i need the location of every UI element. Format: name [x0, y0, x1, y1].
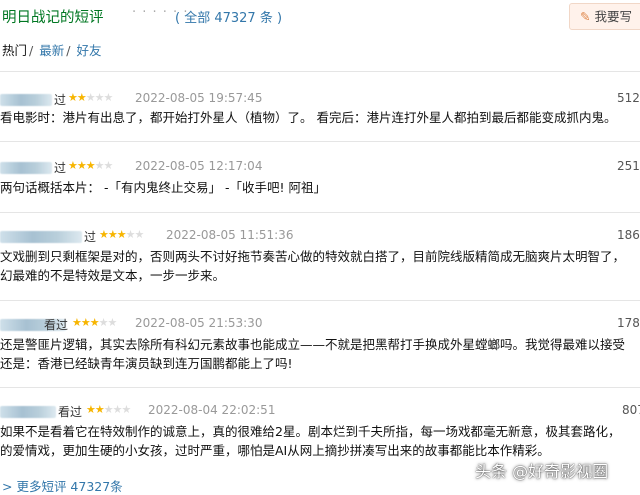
comment-meta: 过 ★★★★★ 2022-08-05 19:57:45 5124 — [0, 91, 640, 109]
watched-label: 看过 — [44, 318, 69, 332]
write-comment-button[interactable]: ✎ 我要写 — [569, 3, 640, 30]
sort-tabs: 热门 / 最新 / 好友 — [2, 40, 101, 59]
vote-count[interactable]: 1868 — [617, 228, 640, 242]
comment-time: 2022-08-05 19:57:45 — [135, 91, 263, 105]
header: 明日战记的短评 · · · · · · ( 全部 47327 条 ) ✎ 我要写 — [0, 0, 640, 34]
comment-text: 文戏删到只剩框架是对的，否则两头不讨好拖节奏苦心做的特效就白搭了，目前院线版精简… — [0, 247, 625, 285]
watched-label: 看过 — [58, 405, 83, 419]
rating-stars: ★★★★★ — [86, 403, 131, 416]
comment-meta: 看过 ★★★★★ 2022-08-05 21:53:30 1780 — [0, 316, 640, 334]
vote-count[interactable]: 1780 — [617, 316, 640, 330]
tab-separator: / — [66, 43, 71, 58]
comment-line: 文戏删到只剩框架是对的，否则两头不讨好拖节奏苦心做的特效就白搭了，目前院线版精简… — [0, 249, 626, 264]
pencil-icon: ✎ — [580, 9, 591, 24]
divider — [0, 212, 640, 213]
comment-time: 2022-08-05 12:17:04 — [135, 159, 263, 173]
rating-stars: ★★★★★ — [68, 159, 113, 172]
comment-line: 看电影时：港片有出息了，都开始打外星人（植物）了。 看完后：港片连打外星人都拍到… — [0, 110, 617, 125]
watched-label: 过 — [54, 93, 67, 107]
comment-line: 两句话概括本片： -「有内鬼终止交易」 -「收手吧! 阿祖」 — [0, 180, 326, 195]
comment-time: 2022-08-05 11:51:36 — [166, 228, 294, 242]
tab-latest[interactable]: 最新 — [39, 43, 64, 58]
blurred-username[interactable] — [0, 94, 52, 106]
comment-text: 还是警匪片逻辑，其实去除所有科幻元素故事也能成立——不就是把黑帮打手换成外星螳螂… — [0, 335, 625, 373]
divider — [0, 71, 640, 72]
divider — [0, 300, 640, 301]
tab-friends[interactable]: 好友 — [76, 43, 101, 58]
rating-stars: ★★★★★ — [99, 228, 144, 241]
tab-separator: / — [29, 43, 34, 58]
comment-line: 还是警匪片逻辑，其实去除所有科幻元素故事也能成立——不就是把黑帮打手换成外星螳螂… — [0, 337, 626, 352]
comment-text: 如果不是看着它在特效制作的诚意上，真的很难给2星。剧本烂到千夫所指，每一场戏都毫… — [0, 422, 620, 460]
write-comment-label: 我要写 — [594, 9, 632, 24]
page-title: 明日战记的短评 — [2, 10, 104, 26]
comment-time: 2022-08-04 22:02:51 — [148, 403, 276, 417]
comment-meta: 过 ★★★★★ 2022-08-05 11:51:36 1868 — [0, 228, 640, 246]
blurred-username[interactable] — [0, 406, 56, 418]
comment-line: 如果不是看着它在特效制作的诚意上，真的很难给2星。剧本烂到千夫所指，每一场戏都毫… — [0, 424, 621, 439]
comment-time: 2022-08-05 21:53:30 — [135, 316, 263, 330]
more-comments-link[interactable]: > 更多短评 47327条 — [2, 476, 123, 495]
comment-meta: 过 ★★★★★ 2022-08-05 12:17:04 251 — [0, 159, 640, 177]
comment-line: 幻最难的不是特效是文本，一步一步来。 — [0, 268, 226, 283]
comment-line: 还是：香港已经缺青年演员缺到连万国鹏都能上了吗! — [0, 356, 293, 371]
comment-text: 两句话概括本片： -「有内鬼终止交易」 -「收手吧! 阿祖」 — [0, 178, 326, 197]
tab-hot[interactable]: 热门 — [2, 43, 27, 58]
blurred-username[interactable] — [0, 162, 52, 174]
blurred-username[interactable] — [0, 231, 82, 243]
comment-text: 看电影时：港片有出息了，都开始打外星人（植物）了。 看完后：港片连打外星人都拍到… — [0, 108, 616, 127]
rating-stars: ★★★★★ — [72, 316, 117, 329]
divider — [0, 387, 640, 388]
vote-count[interactable]: 807 — [622, 403, 640, 417]
all-comments-link[interactable]: ( 全部 47327 条 ) — [175, 7, 282, 26]
watermark: 头条 @好奇影视圈 — [475, 462, 609, 481]
comment-meta: 看过 ★★★★★ 2022-08-04 22:02:51 807 — [0, 403, 640, 421]
rating-stars: ★★★★★ — [68, 91, 113, 104]
vote-count[interactable]: 5124 — [617, 91, 640, 105]
watched-label: 过 — [54, 161, 67, 175]
watched-label: 过 — [84, 230, 97, 244]
divider — [0, 141, 640, 142]
vote-count[interactable]: 251 — [617, 159, 640, 173]
